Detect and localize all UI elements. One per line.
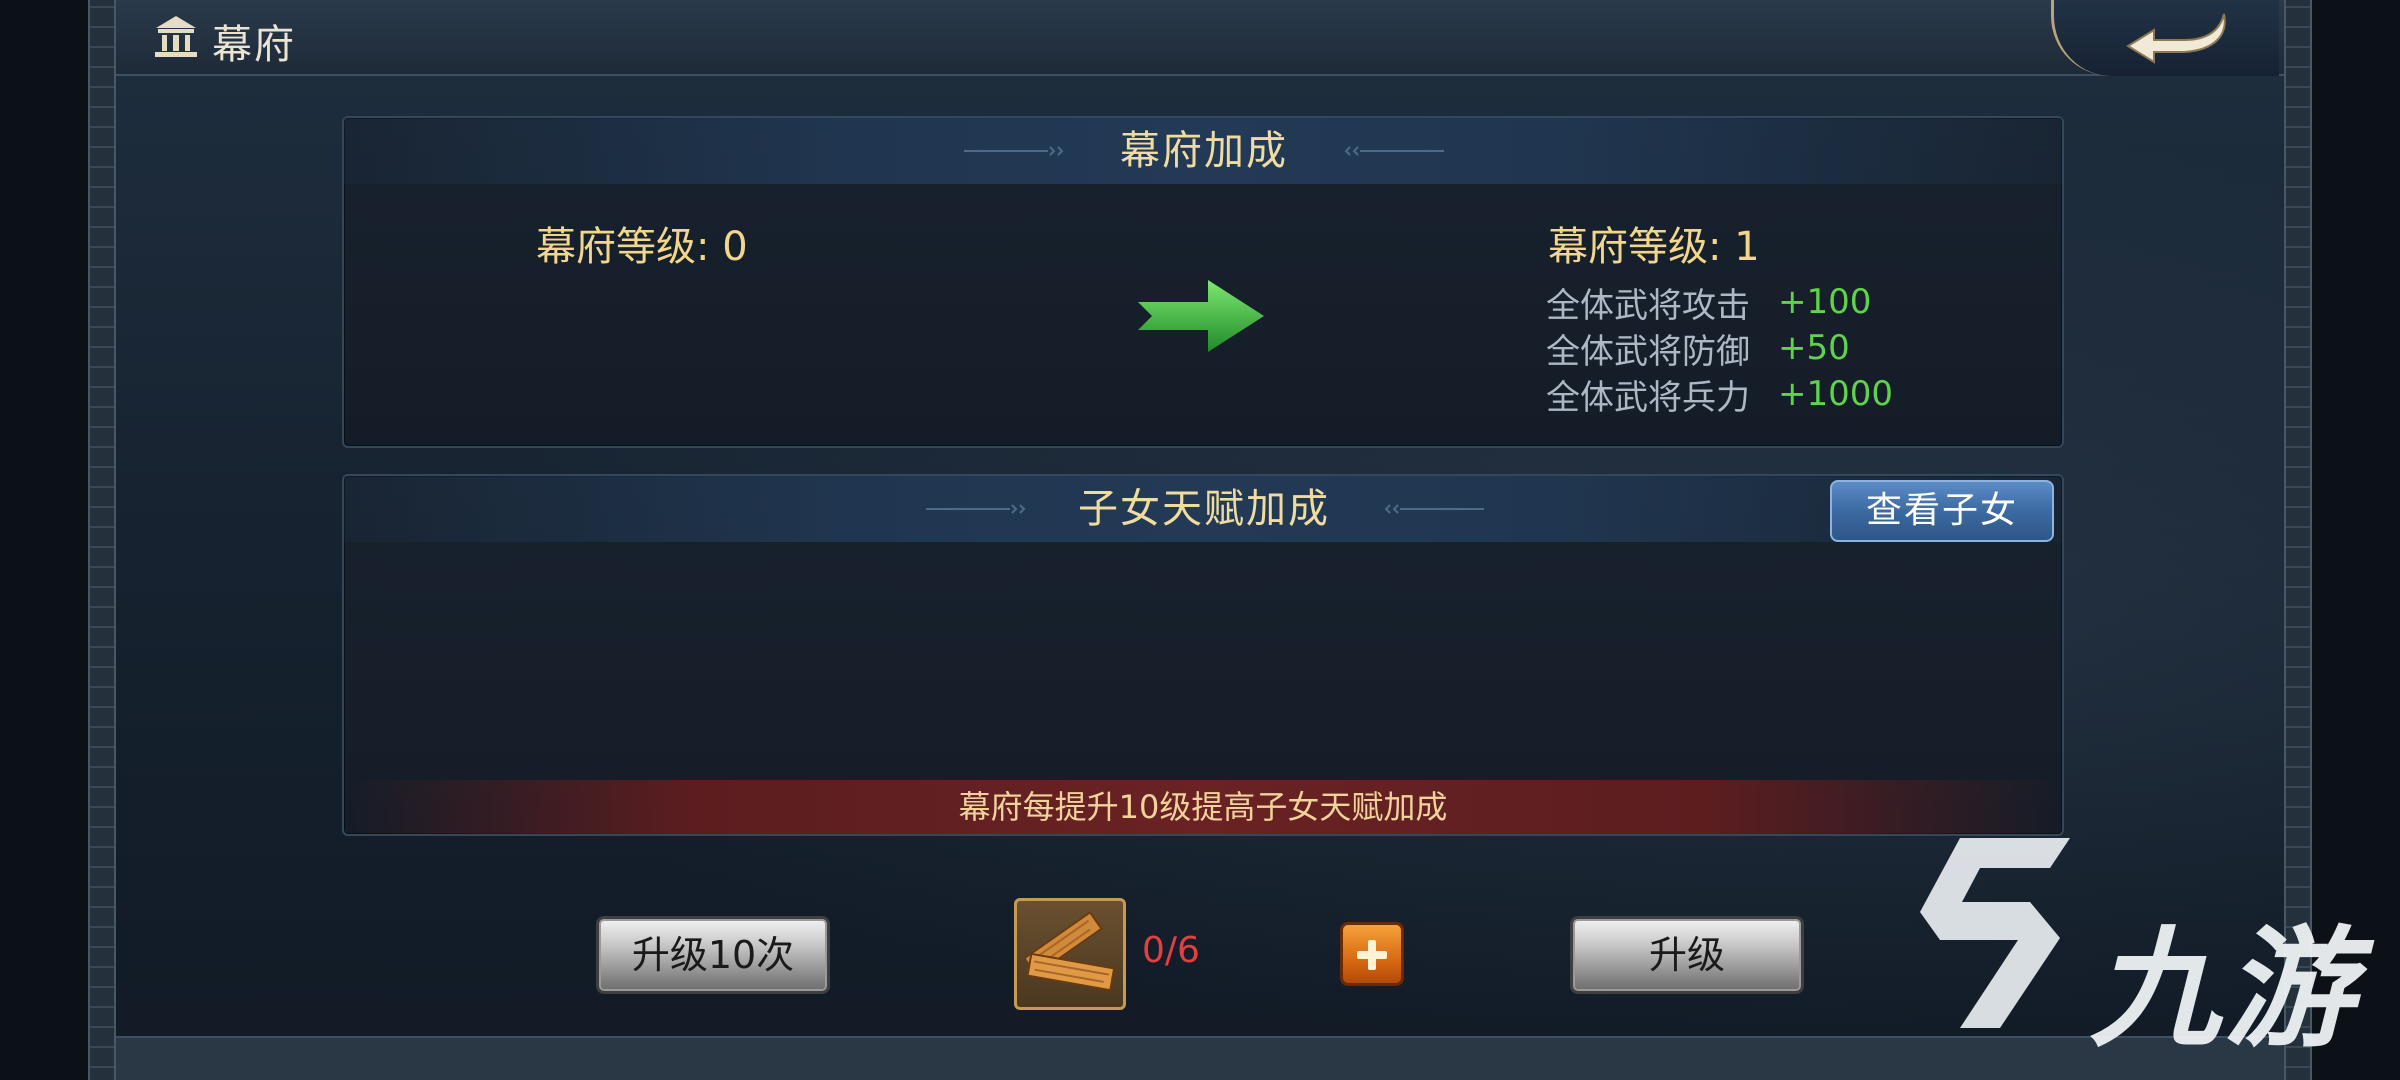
mansion-bonus-panel: 幕府加成 幕府等级: 0 幕府等级: 1 全体武将攻击 +100 全体武将防御 …: [342, 116, 2064, 448]
left-ornament-icon: [926, 504, 1026, 514]
left-margin: [0, 0, 88, 1080]
stat-troops-value: +1000: [1778, 374, 1894, 414]
stat-troops-name: 全体武将兵力: [1546, 378, 1750, 418]
page-title: 幕府: [212, 22, 296, 68]
green-arrow-right-icon: [1138, 276, 1268, 360]
left-frame-border: [88, 0, 116, 1080]
watermark-text: 九游: [2090, 913, 2359, 1065]
view-children-button[interactable]: 查看子女: [1830, 480, 2054, 542]
top-bar: 幕府: [116, 0, 2284, 76]
current-level-label: 幕府等级: 0: [536, 224, 748, 270]
add-material-button[interactable]: [1340, 922, 1404, 986]
upgrade-ten-times-button[interactable]: 升级10次: [596, 916, 830, 994]
game-screen: 幕府 幕府加成 幕府等级: 0 幕府等级: 1 全体武将攻击 +100 全体武将…: [0, 0, 2400, 1080]
jiuyou-watermark: 九游: [1900, 828, 2370, 1065]
material-slot[interactable]: [1014, 898, 1126, 1010]
wood-planks-icon: [1023, 911, 1117, 1003]
upgrade-button[interactable]: 升级: [1570, 916, 1804, 994]
stat-attack-value: +100: [1778, 282, 1872, 322]
panel-header: 子女天赋加成: [344, 476, 2062, 542]
material-count: 0/6: [1142, 930, 1200, 971]
talent-hint-text: 幕府每提升10级提高子女天赋加成: [958, 788, 1448, 826]
right-ornament-icon: [1344, 146, 1444, 156]
jiuyou-logo-icon: [1900, 828, 2080, 1062]
talent-panel-title: 子女天赋加成: [1078, 486, 1330, 532]
right-ornament-icon: [1384, 504, 1484, 514]
stat-defense-value: +50: [1778, 328, 1850, 368]
next-level-label: 幕府等级: 1: [1548, 224, 1760, 270]
left-ornament-icon: [964, 146, 1064, 156]
mansion-icon: [152, 14, 200, 58]
stat-defense-name: 全体武将防御: [1546, 332, 1750, 372]
stat-attack-name: 全体武将攻击: [1546, 286, 1750, 326]
talent-hint-bar: 幕府每提升10级提高子女天赋加成: [344, 780, 2062, 834]
back-button[interactable]: [2051, 0, 2279, 76]
panel-header: 幕府加成: [344, 118, 2062, 184]
bonus-panel-title: 幕府加成: [1120, 128, 1288, 174]
